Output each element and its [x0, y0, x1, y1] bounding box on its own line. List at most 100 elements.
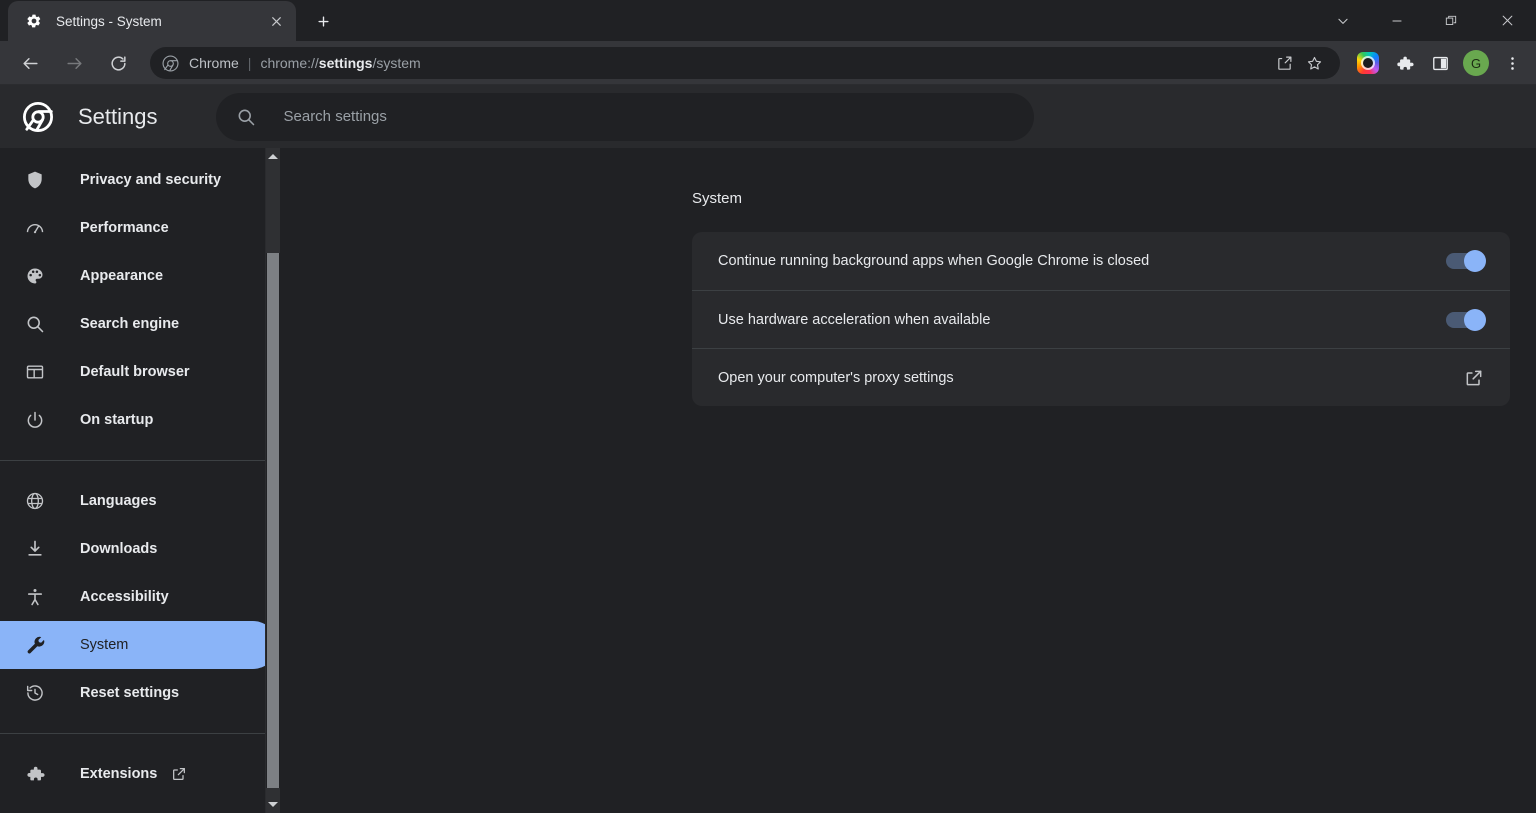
sidebar-item-label: Reset settings — [80, 685, 180, 701]
close-icon[interactable] — [264, 9, 288, 33]
extensions-button[interactable] — [1388, 47, 1420, 79]
hardware-acceleration-toggle[interactable] — [1446, 308, 1486, 331]
settings-body: Privacy and security Performance Appeara… — [0, 148, 1536, 813]
sidebar-item-label: Default browser — [80, 364, 190, 380]
row-label: Continue running background apps when Go… — [718, 253, 1150, 269]
chrome-logo-icon — [20, 99, 56, 135]
row-label: Use hardware acceleration when available — [718, 311, 991, 328]
system-settings-card: Continue running background apps when Go… — [692, 232, 1510, 406]
restore-button[interactable] — [1424, 0, 1478, 41]
avatar-button[interactable]: G — [1460, 47, 1492, 79]
tab-strip: Settings - System — [0, 0, 1536, 41]
settings-header: Settings — [0, 85, 1536, 148]
rainbow-camera-icon — [1357, 52, 1379, 74]
sidebar-item-privacy-and-security[interactable]: Privacy and security — [0, 156, 277, 204]
rainbow-extension-button[interactable] — [1352, 47, 1384, 79]
external-link-icon — [171, 766, 187, 782]
external-link-icon[interactable] — [1464, 368, 1484, 388]
address-bar[interactable]: Chrome | chrome://settings/system — [150, 47, 1340, 79]
sidebar-item-on-startup[interactable]: On startup — [0, 396, 277, 444]
palette-icon — [24, 265, 46, 287]
history-icon — [24, 682, 46, 704]
omnibox-actions — [1268, 49, 1328, 77]
sidebar-item-downloads[interactable]: Downloads — [0, 525, 277, 573]
row-background-apps[interactable]: Continue running background apps when Go… — [692, 232, 1510, 290]
settings-sidebar: Privacy and security Performance Appeara… — [0, 148, 280, 813]
browser-toolbar: Chrome | chrome://settings/system G — [0, 41, 1536, 85]
forward-button[interactable] — [58, 47, 90, 79]
sidebar-divider — [0, 460, 280, 461]
puzzle-icon — [1395, 54, 1414, 73]
sidebar-item-search-engine[interactable]: Search engine — [0, 300, 277, 348]
close-window-button[interactable] — [1478, 0, 1536, 41]
avatar: G — [1463, 50, 1489, 76]
settings-content: System Continue running background apps … — [280, 148, 1536, 813]
sidebar-item-label: Accessibility — [80, 589, 169, 605]
toggle-knob — [1464, 308, 1486, 331]
sidebar-item-about-chrome[interactable]: About Chrome — [0, 798, 277, 813]
scroll-up-arrow[interactable] — [266, 148, 280, 165]
page-title: Settings — [78, 103, 158, 129]
search-icon — [236, 107, 256, 127]
window-controls — [1316, 0, 1536, 41]
sidebar-item-label: Downloads — [80, 541, 158, 557]
sidebar-item-languages[interactable]: Languages — [0, 477, 277, 525]
sidebar-item-appearance[interactable]: Appearance — [0, 252, 277, 300]
sidebar-item-system[interactable]: System — [0, 621, 277, 669]
sidebar-item-default-browser[interactable]: Default browser — [0, 348, 277, 396]
minimize-button[interactable] — [1370, 0, 1424, 41]
three-dot-menu-icon[interactable] — [1496, 47, 1528, 79]
new-tab-button[interactable] — [308, 6, 338, 36]
sidebar-item-label: Privacy and security — [80, 172, 222, 188]
chrome-icon — [162, 54, 179, 72]
row-proxy-settings[interactable]: Open your computer's proxy settings — [692, 348, 1510, 406]
puzzle-icon — [24, 763, 46, 785]
tab-search-button[interactable] — [1316, 0, 1370, 41]
back-button[interactable] — [14, 47, 46, 79]
sidebar-item-label: Search engine — [80, 316, 180, 332]
sidebar-item-label: System — [80, 637, 129, 653]
sidebar-item-label: Extensions — [80, 766, 158, 782]
share-icon[interactable] — [1270, 49, 1298, 77]
sidebar-item-label: Performance — [80, 220, 169, 236]
scrollbar-track-bottom[interactable] — [266, 788, 280, 796]
side-panel-button[interactable] — [1424, 47, 1456, 79]
scrollbar-thumb[interactable] — [267, 253, 279, 788]
sidebar-item-label: Appearance — [80, 268, 164, 284]
omnibox-separator: | — [247, 55, 252, 71]
globe-icon — [24, 490, 46, 512]
row-label: Open your computer's proxy settings — [718, 369, 954, 386]
sidebar-item-label: Languages — [80, 493, 157, 509]
shield-icon — [24, 169, 46, 191]
sidebar-divider — [0, 733, 280, 734]
omnibox-url: chrome://settings/system — [260, 55, 420, 71]
side-panel-icon — [1431, 54, 1450, 73]
url-prefix: chrome:// — [260, 55, 319, 71]
toolbar-separator — [0, 84, 1536, 85]
wrench-icon — [24, 634, 46, 656]
scrollbar-track-top[interactable] — [266, 165, 280, 253]
search-settings-box[interactable] — [215, 92, 1034, 141]
browser-tab[interactable]: Settings - System — [8, 1, 296, 41]
section-title: System — [692, 190, 743, 207]
scroll-down-arrow[interactable] — [266, 796, 280, 813]
sidebar-item-performance[interactable]: Performance — [0, 204, 277, 252]
star-icon[interactable] — [1300, 49, 1328, 77]
omnibox-scheme-label: Chrome — [189, 55, 239, 71]
tab-title: Settings - System — [56, 13, 162, 29]
sidebar-item-reset-settings[interactable]: Reset settings — [0, 669, 277, 717]
toggle-knob — [1464, 250, 1486, 272]
row-hardware-acceleration[interactable]: Use hardware acceleration when available — [692, 290, 1510, 348]
sidebar-item-extensions[interactable]: Extensions — [0, 750, 277, 798]
sidebar-scrollbar[interactable] — [265, 148, 280, 813]
reload-button[interactable] — [102, 47, 134, 79]
sidebar-item-accessibility[interactable]: Accessibility — [0, 573, 277, 621]
accessibility-icon — [24, 586, 46, 608]
background-apps-toggle[interactable] — [1446, 250, 1486, 272]
search-icon — [24, 313, 46, 335]
gear-icon — [26, 13, 42, 29]
sidebar-item-label: On startup — [80, 412, 154, 428]
url-bold-part: settings — [318, 55, 373, 71]
search-input[interactable] — [283, 108, 1014, 125]
speedometer-icon — [24, 217, 46, 239]
